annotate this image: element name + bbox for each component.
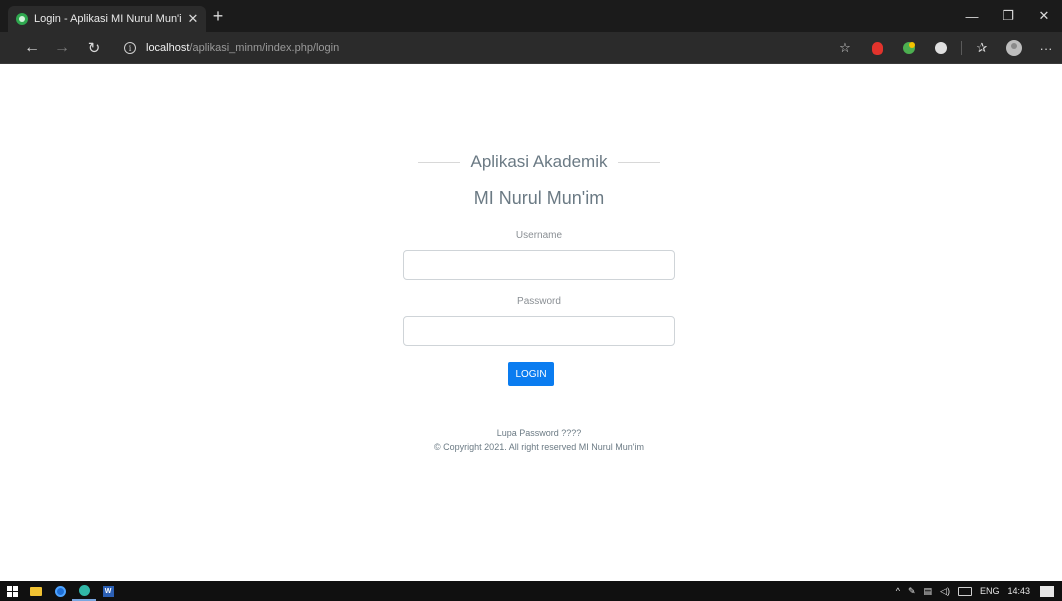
- login-button[interactable]: LOGIN: [508, 362, 554, 386]
- close-tab-icon[interactable]: ✕: [186, 11, 200, 27]
- extension-green-icon[interactable]: [893, 32, 925, 64]
- new-tab-icon[interactable]: +: [210, 6, 226, 26]
- forward-arrow-icon[interactable]: →: [48, 32, 76, 64]
- reload-icon[interactable]: ↻: [80, 32, 108, 64]
- username-input[interactable]: [403, 250, 675, 280]
- extension-globe-icon[interactable]: [925, 32, 957, 64]
- taskbar-apps: W: [0, 581, 120, 601]
- app-title-block: Aplikasi Akademik: [403, 150, 675, 174]
- minimize-icon[interactable]: —: [954, 0, 990, 32]
- close-window-icon[interactable]: ✕: [1026, 0, 1062, 32]
- toolbar-divider: [961, 41, 962, 55]
- school-name: MI Nurul Mun'im: [473, 188, 605, 208]
- clock[interactable]: 14:43: [1003, 586, 1034, 596]
- os-taskbar: W ^ ✎ ▤ ◁) ENG 14:43: [0, 581, 1062, 601]
- profile-avatar-icon[interactable]: [998, 32, 1030, 64]
- browser-tab-strip: Login - Aplikasi MI Nurul Mun'im ✕ + — ❐…: [0, 0, 1062, 32]
- favorites-icon[interactable]: ✰: [966, 32, 998, 64]
- forgot-password-link[interactable]: Lupa Password ????: [403, 428, 675, 438]
- back-arrow-icon[interactable]: ←: [18, 32, 46, 64]
- password-input[interactable]: [403, 316, 675, 346]
- window-controls: — ❐ ✕: [954, 0, 1062, 32]
- file-explorer-icon[interactable]: [24, 581, 48, 601]
- copyright-text: © Copyright 2021. All right reserved MI …: [434, 442, 644, 452]
- edge-browser-icon[interactable]: [72, 581, 96, 601]
- tab-title: Login - Aplikasi MI Nurul Mun'im: [34, 13, 182, 25]
- add-favorite-icon[interactable]: ☆: [829, 32, 861, 64]
- url-host: localhost: [146, 42, 190, 54]
- title-divider-right: [617, 161, 660, 163]
- title-divider-left: [418, 161, 461, 163]
- site-info-icon[interactable]: i: [124, 42, 136, 54]
- app-blue-icon[interactable]: [48, 581, 72, 601]
- word-icon[interactable]: W: [96, 581, 120, 601]
- url-path: /aplikasi_minm/index.php/login: [189, 42, 340, 54]
- language-indicator[interactable]: ENG: [976, 586, 1004, 596]
- username-label: Username: [515, 230, 563, 241]
- site-favicon-icon: [16, 13, 28, 25]
- pen-icon[interactable]: ✎: [904, 586, 920, 597]
- restore-icon[interactable]: ❐: [990, 0, 1026, 32]
- app-title: Aplikasi Akademik: [470, 152, 608, 171]
- volume-icon[interactable]: ◁): [936, 586, 954, 597]
- more-menu-icon[interactable]: ···: [1030, 32, 1062, 64]
- network-icon[interactable]: ▤: [920, 586, 937, 597]
- browser-tab-login[interactable]: Login - Aplikasi MI Nurul Mun'im ✕: [8, 6, 206, 32]
- windows-start-icon[interactable]: [0, 581, 24, 601]
- password-label: Password: [517, 296, 561, 307]
- browser-toolbar: ☆ ✰ ···: [829, 32, 1062, 64]
- notification-icon[interactable]: [1040, 585, 1054, 597]
- url-field[interactable]: i localhost /aplikasi_minm/index.php/log…: [118, 36, 858, 60]
- tray-chevron-icon[interactable]: ^: [892, 586, 904, 596]
- system-tray: ^ ✎ ▤ ◁) ENG 14:43: [892, 581, 1062, 601]
- page-content: Aplikasi Akademik MI Nurul Mun'im Userna…: [0, 65, 1062, 581]
- keyboard-icon[interactable]: [957, 586, 972, 596]
- extension-red-icon[interactable]: [861, 32, 893, 64]
- browser-address-bar: ← → ↻ i localhost /aplikasi_minm/index.p…: [0, 32, 1062, 64]
